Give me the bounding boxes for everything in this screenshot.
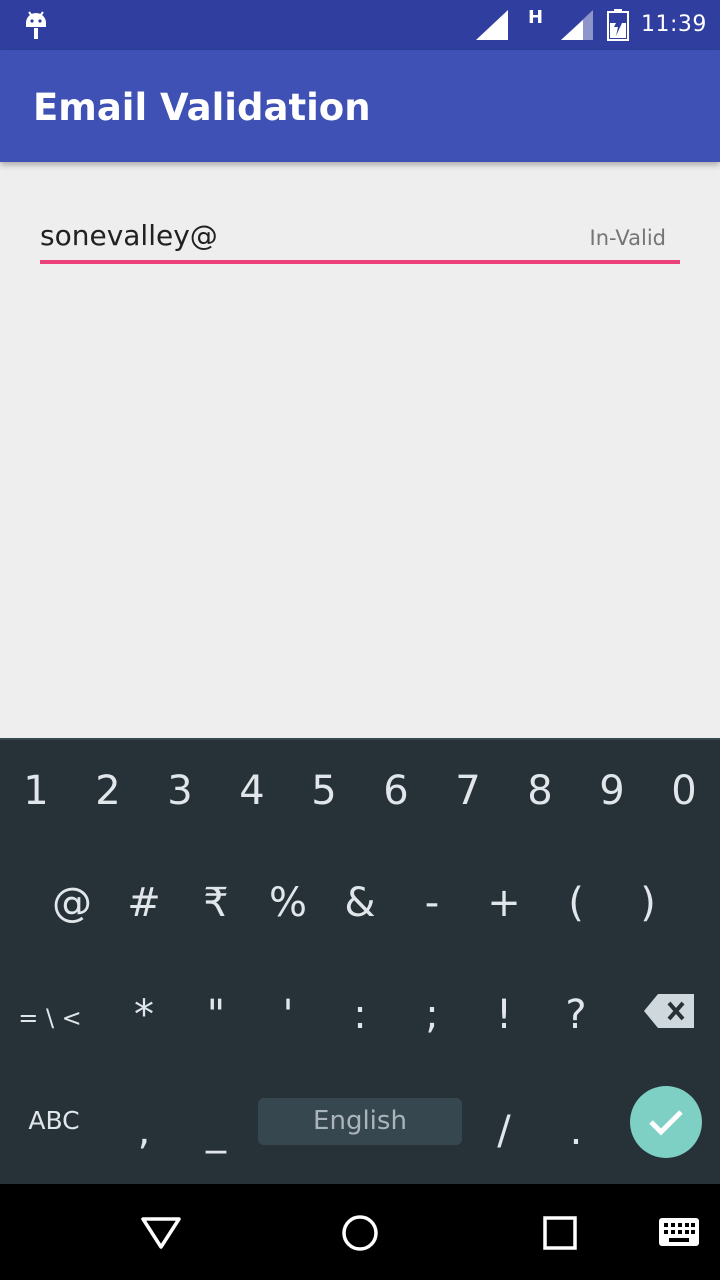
key-6[interactable]: 6 [360,768,432,814]
key-question[interactable]: ? [540,992,612,1038]
key-close-paren[interactable]: ) [612,880,684,926]
home-icon[interactable] [341,1214,379,1252]
key-rupee[interactable]: ₹ [180,880,252,926]
enter-button[interactable] [630,1086,702,1158]
key-more-symbols[interactable]: = \ < [14,1004,86,1032]
key-underscore[interactable]: _ [180,1108,252,1154]
clock: 11:39 [641,12,707,37]
email-field-underline [40,260,680,264]
signal-strength-icon [476,10,508,40]
key-percent[interactable]: % [252,880,324,926]
keyboard: 1 2 3 4 5 6 7 8 9 0 @ # ₹ % & - + ( ) = … [0,738,720,1184]
validation-status: In-Valid [589,226,666,250]
network-type-label: H [528,7,544,28]
status-bar: H 11:39 [0,0,720,50]
keyboard-switch-icon[interactable] [658,1217,700,1247]
key-5[interactable]: 5 [288,768,360,814]
page-title: Email Validation [33,86,371,129]
key-2[interactable]: 2 [72,768,144,814]
key-single-quote[interactable]: ' [252,992,324,1038]
signal-strength-icon [561,10,593,40]
key-semicolon[interactable]: ; [396,992,468,1038]
key-double-quote[interactable]: " [180,992,252,1038]
key-ampersand[interactable]: & [324,880,396,926]
key-abc[interactable]: ABC [9,1106,99,1135]
key-asterisk[interactable]: * [108,992,180,1038]
key-slash[interactable]: / [468,1108,540,1154]
space-bar[interactable]: English [258,1098,462,1145]
recents-icon[interactable] [543,1216,577,1250]
key-hash[interactable]: # [108,880,180,926]
key-colon[interactable]: : [324,992,396,1038]
key-comma[interactable]: , [108,1108,180,1154]
keyboard-top-edge [0,738,720,740]
check-icon [649,1110,683,1136]
key-1[interactable]: 1 [0,768,72,814]
key-at[interactable]: @ [36,880,108,926]
key-3[interactable]: 3 [144,768,216,814]
backspace-icon[interactable] [644,994,694,1028]
key-4[interactable]: 4 [216,768,288,814]
key-period[interactable]: . [540,1108,612,1154]
app-bar: Email Validation [0,50,720,162]
key-0[interactable]: 0 [648,768,720,814]
key-7[interactable]: 7 [432,768,504,814]
key-plus[interactable]: + [468,880,540,926]
battery-charging-icon [607,9,629,41]
email-input-value[interactable]: sonevalley@ [40,219,218,252]
key-9[interactable]: 9 [576,768,648,814]
key-open-paren[interactable]: ( [540,880,612,926]
navigation-bar [0,1184,720,1280]
key-minus[interactable]: - [396,880,468,926]
key-exclamation[interactable]: ! [468,992,540,1038]
key-8[interactable]: 8 [504,768,576,814]
android-debug-icon [26,11,46,39]
back-icon[interactable] [140,1216,182,1250]
email-field[interactable]: sonevalley@ In-Valid [40,215,680,265]
